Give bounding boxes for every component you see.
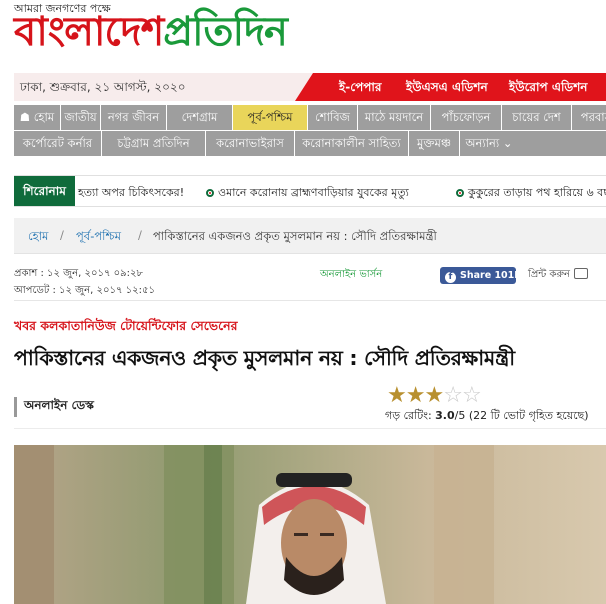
- nav-east-west[interactable]: পূর্ব-পশ্চিম: [233, 105, 308, 130]
- nav-home[interactable]: ☗ হোম: [14, 105, 61, 130]
- nav-national[interactable]: জাতীয়: [61, 105, 101, 130]
- printer-icon: [574, 268, 589, 279]
- current-date: ঢাকা, শুক্রবার, ২১ আগস্ট, ২০২০: [20, 80, 186, 94]
- ticker-label: শিরোনাম: [14, 176, 75, 206]
- bullet-icon: [456, 189, 464, 197]
- print-button[interactable]: প্রিন্ট করুন: [528, 267, 589, 284]
- breadcrumb-separator: /: [60, 228, 64, 242]
- logo-part-bangladesh: বাংলাদেশ: [14, 9, 164, 55]
- article-photo: [14, 445, 606, 604]
- star-filled-icon[interactable]: ★: [406, 383, 426, 408]
- usa-edition-link[interactable]: ইউএসএ এডিশন: [406, 79, 488, 99]
- nav-showbiz[interactable]: শোবিজ: [308, 105, 358, 130]
- divider: [14, 300, 606, 301]
- nav-countryside[interactable]: দেশগ্রাম: [167, 105, 233, 130]
- facebook-share-button[interactable]: f Share 101K: [440, 267, 522, 284]
- epaper-link[interactable]: ই-পেপার: [339, 79, 381, 99]
- breadcrumb: হোম / পূর্ব-পশ্চিম / পাকিস্তানের একজনও প…: [14, 218, 606, 254]
- nav-others[interactable]: অন্যান্য ⌄: [460, 131, 518, 156]
- nav-panchforon[interactable]: পাঁচফোড়ন: [431, 105, 502, 130]
- breadcrumb-current: পাকিস্তানের একজনও প্রকৃত মুসলমান নয় : স…: [153, 229, 437, 243]
- updated-time: আপডেট : ১২ জুন, ২০১৭ ১২:৫১: [14, 285, 155, 296]
- nav-coronavirus[interactable]: করোনাভাইরাস: [206, 131, 295, 156]
- article-headline: পাকিস্তানের একজনও প্রকৃত মুসলমান নয় : স…: [14, 346, 515, 370]
- published-time: প্রকাশ : ১২ জুন, ২০১৭ ০৯:২৮: [14, 268, 143, 279]
- nav-corporate-corner[interactable]: কর্পোরেট কর্নার: [14, 131, 102, 156]
- nav-corona-literature[interactable]: করোনাকালীন সাহিত্য: [295, 131, 409, 156]
- star-filled-icon[interactable]: ★: [387, 383, 407, 408]
- logo-part-protidin: প্রতিদিন: [163, 9, 288, 55]
- chevron-down-icon: ⌄: [502, 136, 513, 150]
- main-nav: ☗ হোম জাতীয় নগর জীবন দেশগ্রাম পূর্ব-পশ্…: [14, 105, 606, 130]
- star-empty-icon[interactable]: ☆: [462, 383, 482, 408]
- nav-open-stage[interactable]: মুক্তমঞ্চ: [409, 131, 460, 156]
- europe-edition-link[interactable]: ইউরোপ এডিশন: [509, 79, 587, 99]
- nav-sports[interactable]: মাঠে ময়দানে: [358, 105, 431, 130]
- edition-bar: ই-পেপার ইউএসএ এডিশন ইউরোপ এডিশন: [295, 73, 606, 101]
- ticker-item[interactable]: ওমানে করোনায় ব্রাহ্মণবাড়িয়ার যুবকের ম…: [206, 184, 409, 203]
- secondary-nav: কর্পোরেট কর্নার চট্টগ্রাম প্রতিদিন করোনা…: [14, 131, 606, 156]
- article-kicker: খবর কলকাতানিউজ টোয়েন্টিফোর সেভেনের: [14, 318, 238, 333]
- breadcrumb-separator: /: [138, 228, 142, 242]
- site-logo[interactable]: বাংলাদেশপ্রতিদিন: [14, 8, 288, 56]
- ticker-item[interactable]: কুকুরের তাড়ায় পথ হারিয়ে ৬ বছ: [456, 184, 606, 203]
- breadcrumb-home[interactable]: হোম: [28, 228, 48, 247]
- bullet-icon: [206, 189, 214, 197]
- ticker-item[interactable]: হত্যা অপর চিকিৎসকের!: [78, 184, 184, 203]
- nav-tea-country[interactable]: চায়ের দেশ: [502, 105, 572, 130]
- nav-city-life[interactable]: নগর জীবন: [101, 105, 167, 130]
- rating-stars[interactable]: ★★★☆☆: [387, 383, 482, 408]
- nav-chattogram[interactable]: চট্টগ্রাম প্রতিদিন: [102, 131, 206, 156]
- rating-summary: গড় রেটিং: 3.0/5 (22 টি ভোট গৃহিত হয়েছে…: [385, 409, 589, 422]
- headline-ticker: শিরোনাম হত্যা অপর চিকিৎসকের! ওমানে করোনা…: [14, 175, 606, 207]
- article-author: অনলাইন ডেস্ক: [14, 397, 94, 417]
- online-version-label: অনলাইন ভার্সন: [320, 269, 383, 280]
- breadcrumb-section[interactable]: পূর্ব-পশ্চিম: [76, 228, 121, 247]
- nav-abroad[interactable]: পরবাস: [572, 105, 606, 130]
- star-empty-icon[interactable]: ☆: [443, 383, 463, 408]
- star-filled-icon[interactable]: ★: [424, 383, 444, 408]
- divider: [14, 428, 606, 429]
- home-icon: ☗: [19, 110, 31, 124]
- facebook-icon: f: [445, 272, 456, 283]
